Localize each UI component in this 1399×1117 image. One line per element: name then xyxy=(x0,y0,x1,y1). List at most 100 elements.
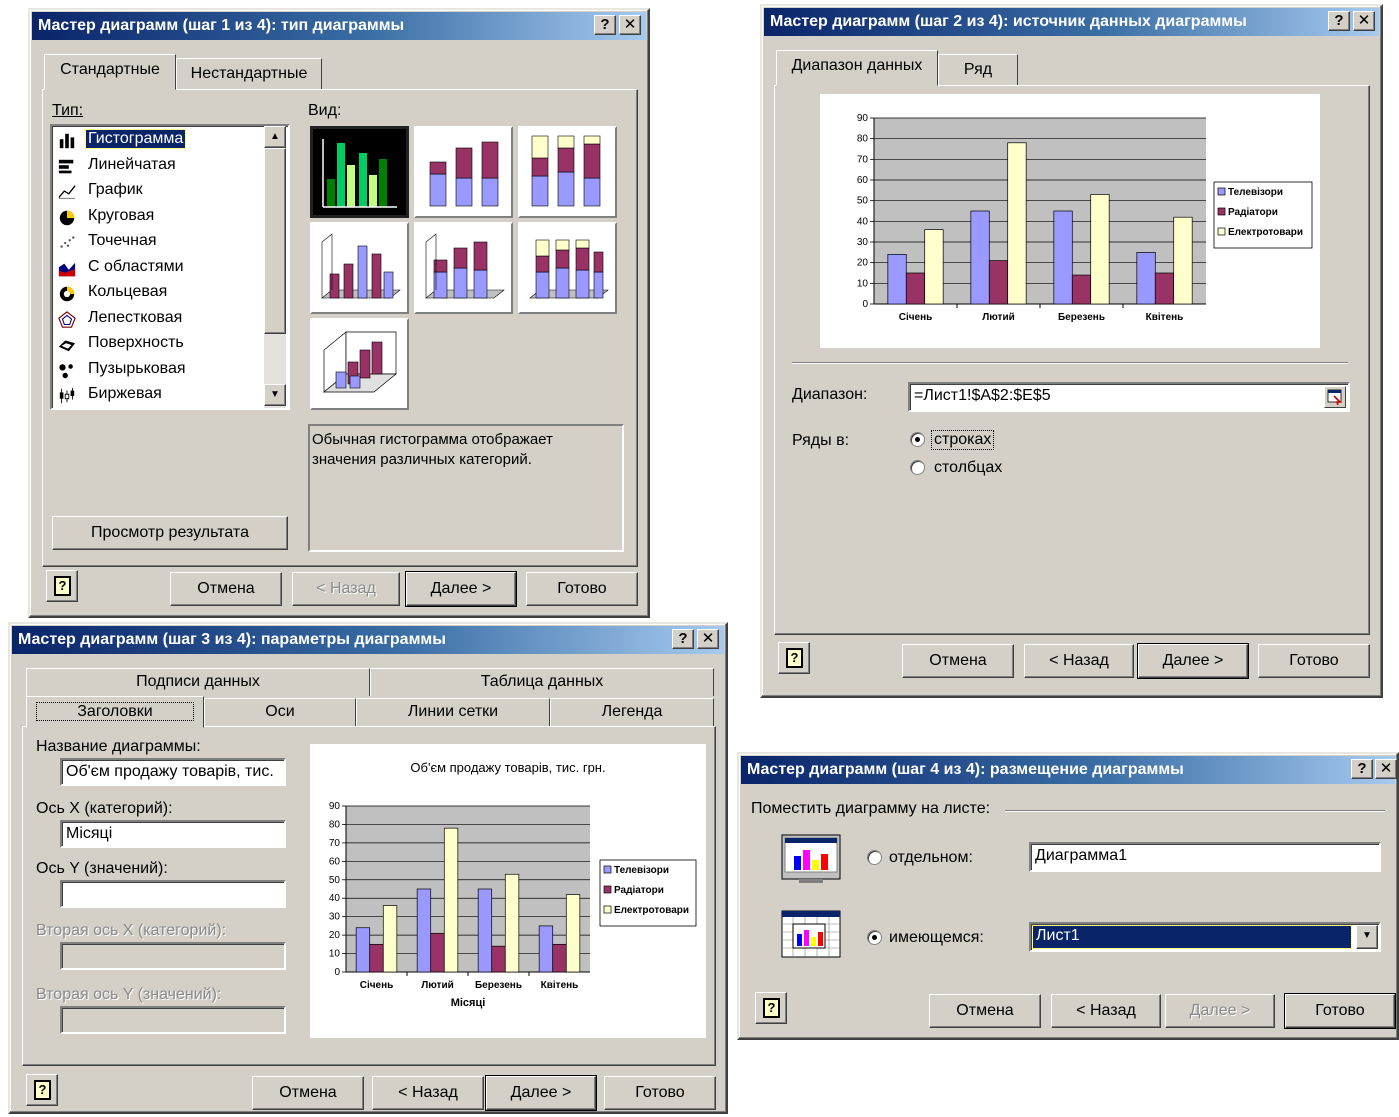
dropdown-arrow-button[interactable]: ▼ xyxy=(1356,925,1378,949)
help-title-button[interactable]: ? xyxy=(1351,759,1373,779)
finish-button[interactable]: Готово xyxy=(1258,644,1370,678)
chart-type-label: Кольцевая xyxy=(88,283,168,300)
cancel-button[interactable]: Отмена xyxy=(929,994,1041,1028)
scroll-down-button[interactable]: ▼ xyxy=(264,384,286,406)
x-tick-label: Січень xyxy=(899,312,933,323)
separate-sheet-label[interactable]: отдельном: xyxy=(889,849,973,867)
help-button[interactable]: ? xyxy=(46,570,78,602)
subtype-3d-column[interactable] xyxy=(310,318,409,410)
tab-titles[interactable]: Заголовки xyxy=(26,696,204,728)
chart-type-item[interactable]: Кольцевая xyxy=(54,281,262,306)
y-tick-label: 80 xyxy=(329,819,341,830)
finish-button[interactable]: Готово xyxy=(604,1076,716,1110)
close-button[interactable]: ✕ xyxy=(619,15,641,35)
subtype-100-stacked-column[interactable] xyxy=(518,126,617,218)
chart-type-item[interactable]: Точечная xyxy=(54,230,262,255)
help-icon: ? xyxy=(786,648,803,668)
subtype-3d-100-stacked-column[interactable] xyxy=(518,222,617,314)
existing-sheet-select[interactable]: Лист1 ▼ xyxy=(1029,922,1381,952)
back-button[interactable]: < Назад xyxy=(372,1076,484,1110)
next-button[interactable]: Далее > xyxy=(485,1075,597,1111)
step1-titlebar[interactable]: Мастер диаграмм (шаг 1 из 4): тип диагра… xyxy=(32,12,646,40)
cancel-button[interactable]: Отмена xyxy=(902,644,1014,678)
rows-option-label[interactable]: строках xyxy=(930,430,995,450)
columns-radio[interactable] xyxy=(910,460,925,475)
bar xyxy=(1007,142,1027,305)
tab-standard[interactable]: Стандартные xyxy=(44,54,176,90)
tab-data-range[interactable]: Диапазон данных xyxy=(776,50,938,86)
help-title-button[interactable]: ? xyxy=(594,15,616,35)
step4-dialog: Мастер диаграмм (шаг 4 из 4): размещение… xyxy=(737,752,1399,1040)
help-button[interactable]: ? xyxy=(755,992,787,1024)
tab-series[interactable]: Ряд xyxy=(938,54,1018,86)
subtype-3d-stacked-column[interactable] xyxy=(414,222,513,314)
chart-type-item[interactable]: Линейчатая xyxy=(54,154,262,179)
y-tick-label: 40 xyxy=(857,216,869,227)
existing-sheet-label[interactable]: имеющемся: xyxy=(889,929,984,947)
separate-sheet-input[interactable]: Диаграмма1 xyxy=(1029,842,1381,872)
scroll-up-button[interactable]: ▲ xyxy=(264,126,286,148)
chart-type-list[interactable]: Гистограмма Линейчатая График Круговая Точеч… xyxy=(50,124,290,410)
next-button[interactable]: Далее > xyxy=(405,571,517,607)
tab-legend[interactable]: Легенда xyxy=(550,698,714,726)
3d-column-icon xyxy=(323,331,397,393)
step2-titlebar[interactable]: Мастер диаграмм (шаг 2 из 4): источник д… xyxy=(764,8,1379,36)
back-button[interactable]: < Назад xyxy=(1024,644,1134,678)
chart-title-input[interactable]: Об'єм продажу товарів, тис. xyxy=(60,758,286,786)
columns-option-label[interactable]: столбцах xyxy=(934,459,1002,477)
tab-axes[interactable]: Оси xyxy=(204,698,356,726)
close-button[interactable]: ✕ xyxy=(1375,759,1397,779)
tab-custom[interactable]: Нестандартные xyxy=(176,58,322,90)
next-button[interactable]: Далее > xyxy=(1137,643,1249,679)
help-button[interactable]: ? xyxy=(778,642,810,674)
chart-type-item[interactable]: График xyxy=(54,179,262,204)
step3-titlebar[interactable]: Мастер диаграмм (шаг 3 из 4): параметры … xyxy=(12,626,724,654)
legend-label: Електротовари xyxy=(1228,227,1303,238)
bar xyxy=(1071,274,1092,305)
chart-type-item[interactable]: Пузырьковая xyxy=(54,358,262,383)
bar xyxy=(443,827,459,973)
preview-button[interactable]: Просмотр результата xyxy=(52,516,288,550)
help-title-button[interactable]: ? xyxy=(1328,11,1350,31)
rows-radio[interactable] xyxy=(910,432,925,447)
help-icon: ? xyxy=(763,998,780,1018)
subtype-stacked-column[interactable] xyxy=(414,126,513,218)
chevron-down-icon: ▼ xyxy=(1362,930,1372,941)
chart-type-item[interactable]: Лепестковая xyxy=(54,307,262,332)
back-button[interactable]: < Назад xyxy=(292,572,400,606)
chart-type-item[interactable]: Поверхность xyxy=(54,332,262,357)
y-axis-input[interactable] xyxy=(60,880,286,908)
tab-data-labels[interactable]: Подписи данных xyxy=(26,668,370,696)
chart-type-item[interactable]: Биржевая xyxy=(54,383,262,408)
help-title-button[interactable]: ? xyxy=(672,629,694,649)
x-tick-label: Лютий xyxy=(982,312,1015,323)
3d-percent-stacked-column-icon xyxy=(529,239,609,299)
list-scrollbar[interactable]: ▲ ▼ xyxy=(264,126,286,408)
chart-type-item[interactable]: Круговая xyxy=(54,205,262,230)
chart-type-label: Поверхность xyxy=(88,334,184,351)
scroll-thumb[interactable] xyxy=(264,148,286,334)
bar xyxy=(1136,251,1156,305)
subtype-clustered-column[interactable] xyxy=(310,126,409,218)
next-button[interactable]: Далее > xyxy=(1165,994,1275,1028)
x-axis-input[interactable]: Місяці xyxy=(60,820,286,848)
close-button[interactable]: ✕ xyxy=(697,629,719,649)
subtype-3d-clustered-column[interactable] xyxy=(310,222,409,314)
back-button[interactable]: < Назад xyxy=(1051,994,1161,1028)
chart-type-item[interactable]: Гистограмма xyxy=(54,128,262,153)
finish-button[interactable]: Готово xyxy=(526,572,638,606)
cancel-button[interactable]: Отмена xyxy=(252,1076,364,1110)
description-box: Обычная гистограмма отображает значения … xyxy=(308,424,624,552)
close-button[interactable]: ✕ xyxy=(1353,11,1375,31)
finish-button[interactable]: Готово xyxy=(1284,993,1396,1029)
tab-data-table[interactable]: Таблица данных xyxy=(370,668,714,696)
step4-titlebar[interactable]: Мастер диаграмм (шаг 4 из 4): размещение… xyxy=(741,756,1395,784)
existing-sheet-radio[interactable] xyxy=(867,930,882,945)
range-input[interactable]: =Лист1!$A$2:$E$5 xyxy=(908,382,1350,412)
help-button[interactable]: ? xyxy=(26,1074,58,1106)
chart-type-item[interactable]: С областями xyxy=(54,256,262,281)
collapse-dialog-button[interactable] xyxy=(1324,386,1346,408)
cancel-button[interactable]: Отмена xyxy=(170,572,282,606)
separate-sheet-radio[interactable] xyxy=(867,850,882,865)
tab-gridlines[interactable]: Линии сетки xyxy=(356,698,550,726)
